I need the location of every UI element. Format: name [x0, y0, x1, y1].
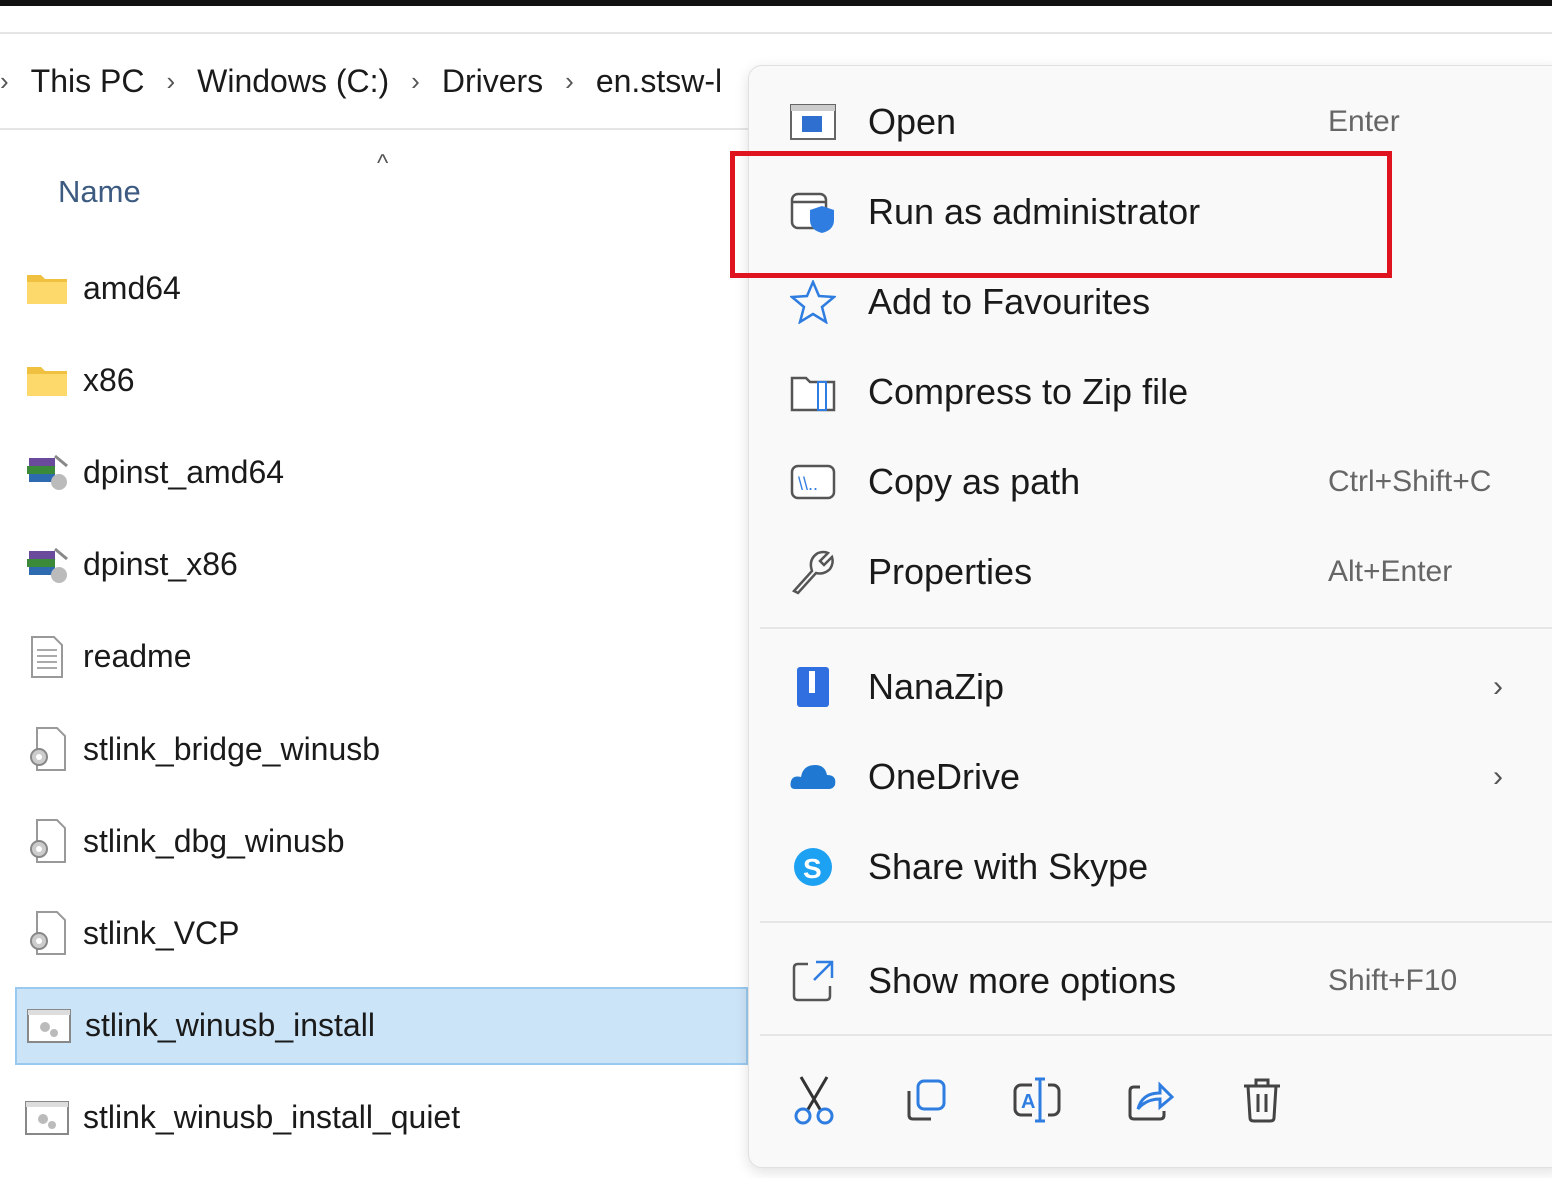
- shortcut-label: Alt+Enter: [1328, 555, 1453, 588]
- file-name: dpinst_amd64: [83, 453, 285, 490]
- menu-item-properties[interactable]: Properties Alt+Enter: [748, 532, 1552, 612]
- more-options-icon: [788, 956, 838, 1006]
- svg-text:S: S: [803, 853, 822, 884]
- menu-separator: [760, 627, 1552, 629]
- copy-path-icon: \\..: [788, 457, 838, 507]
- chevron-right-icon[interactable]: ›: [166, 66, 175, 97]
- cut-button[interactable]: [786, 1072, 842, 1128]
- menu-item-show-more-options[interactable]: Show more options Shift+F10: [748, 941, 1552, 1021]
- file-name: stlink_winusb_install: [85, 1007, 375, 1044]
- file-name: dpinst_x86: [83, 546, 238, 583]
- file-row[interactable]: readme: [15, 618, 748, 696]
- file-name: readme: [83, 638, 192, 675]
- shortcut-label: Shift+F10: [1328, 964, 1458, 997]
- file-row[interactable]: amd64: [15, 249, 748, 327]
- text-file-icon: [25, 635, 69, 678]
- nanazip-icon: [788, 662, 838, 712]
- trash-icon: [1244, 1078, 1280, 1123]
- menu-item-label: OneDrive: [868, 756, 1021, 797]
- svg-text:A: A: [1021, 1091, 1035, 1113]
- breadcrumb: › This PC › Windows (C:) › Drivers › en.…: [0, 58, 722, 104]
- menu-item-copy-as-path[interactable]: \\.. Copy as path Ctrl+Shift+C: [748, 442, 1552, 522]
- menu-separator: [760, 1034, 1552, 1036]
- delete-button[interactable]: [1234, 1072, 1290, 1128]
- copy-button[interactable]: [898, 1072, 954, 1128]
- file-row[interactable]: dpinst_x86: [15, 526, 748, 604]
- menu-item-compress-to-zip-file[interactable]: Compress to Zip file: [748, 352, 1552, 432]
- menu-item-onedrive[interactable]: OneDrive ›: [748, 737, 1552, 817]
- breadcrumb-drivers[interactable]: Drivers: [442, 63, 543, 100]
- breadcrumb-windows-c[interactable]: Windows (C:): [197, 63, 389, 100]
- shortcut-label: Ctrl+Shift+C: [1328, 465, 1492, 498]
- chevron-right-icon: ›: [1493, 760, 1503, 793]
- svg-text:\\..: \\..: [798, 474, 818, 494]
- file-name: amd64: [83, 269, 181, 306]
- divider: [0, 128, 748, 130]
- column-header-name[interactable]: Name: [58, 174, 141, 210]
- batch-file-icon: [25, 1098, 69, 1138]
- file-row[interactable]: stlink_winusb_install: [15, 986, 748, 1065]
- open-window-icon: [788, 97, 838, 147]
- chevron-right-icon: ›: [1493, 670, 1503, 703]
- sort-ascending-icon[interactable]: ^: [377, 150, 388, 178]
- menu-item-label: NanaZip: [868, 666, 1005, 707]
- file-name: stlink_VCP: [83, 914, 240, 951]
- star-icon: [788, 277, 838, 327]
- file-row[interactable]: stlink_bridge_winusb: [15, 710, 748, 788]
- breadcrumb-this-pc[interactable]: This PC: [31, 63, 145, 100]
- installer-icon: [25, 452, 69, 492]
- folder-icon: [25, 268, 69, 308]
- menu-item-label: Open: [868, 101, 957, 142]
- highlight-box: [730, 151, 1392, 278]
- zip-folder-icon: [788, 367, 838, 417]
- menu-item-label: Add to Favourites: [868, 281, 1151, 322]
- file-name: x86: [83, 361, 135, 398]
- settings-file-icon: [25, 727, 69, 771]
- file-name: stlink_winusb_install_quiet: [83, 1099, 461, 1136]
- file-row[interactable]: stlink_dbg_winusb: [15, 802, 748, 880]
- onedrive-cloud-icon: [788, 752, 838, 802]
- menu-item-open[interactable]: Open Enter: [748, 82, 1552, 162]
- settings-file-icon: [25, 819, 69, 864]
- wrench-icon: [788, 547, 838, 597]
- window-top-edge: [0, 0, 1552, 6]
- menu-separator: [760, 921, 1552, 923]
- shortcut-label: Enter: [1328, 105, 1400, 138]
- file-name: stlink_dbg_winusb: [83, 822, 345, 859]
- copy-icon: [907, 1079, 946, 1121]
- chevron-right-icon[interactable]: ›: [411, 66, 420, 97]
- menu-item-label: Share with Skype: [868, 846, 1149, 887]
- scissors-icon: [794, 1076, 834, 1125]
- folder-icon: [25, 360, 69, 400]
- file-row[interactable]: stlink_VCP: [15, 894, 748, 972]
- file-row[interactable]: x86: [15, 341, 748, 419]
- installer-icon: [25, 545, 69, 585]
- file-name: stlink_bridge_winusb: [83, 730, 381, 767]
- chevron-right-icon: ›: [0, 65, 9, 96]
- settings-file-icon: [25, 911, 69, 956]
- rename-button[interactable]: A: [1010, 1072, 1066, 1128]
- chevron-right-icon[interactable]: ›: [565, 66, 574, 97]
- share-button[interactable]: [1122, 1072, 1178, 1128]
- share-icon: [1128, 1081, 1174, 1121]
- divider: [0, 32, 1552, 34]
- batch-file-icon: [27, 1006, 71, 1046]
- breadcrumb-current[interactable]: en.stsw-l: [596, 63, 722, 100]
- skype-icon: S: [788, 842, 838, 892]
- menu-item-label: Compress to Zip file: [868, 371, 1189, 412]
- menu-item-nanazip[interactable]: NanaZip ›: [748, 647, 1552, 727]
- file-row[interactable]: dpinst_amd64: [15, 433, 748, 511]
- rename-icon: A: [1013, 1077, 1061, 1123]
- menu-item-share-with-skype[interactable]: S Share with Skype: [748, 827, 1552, 907]
- file-row[interactable]: stlink_winusb_install_quiet: [15, 1079, 748, 1157]
